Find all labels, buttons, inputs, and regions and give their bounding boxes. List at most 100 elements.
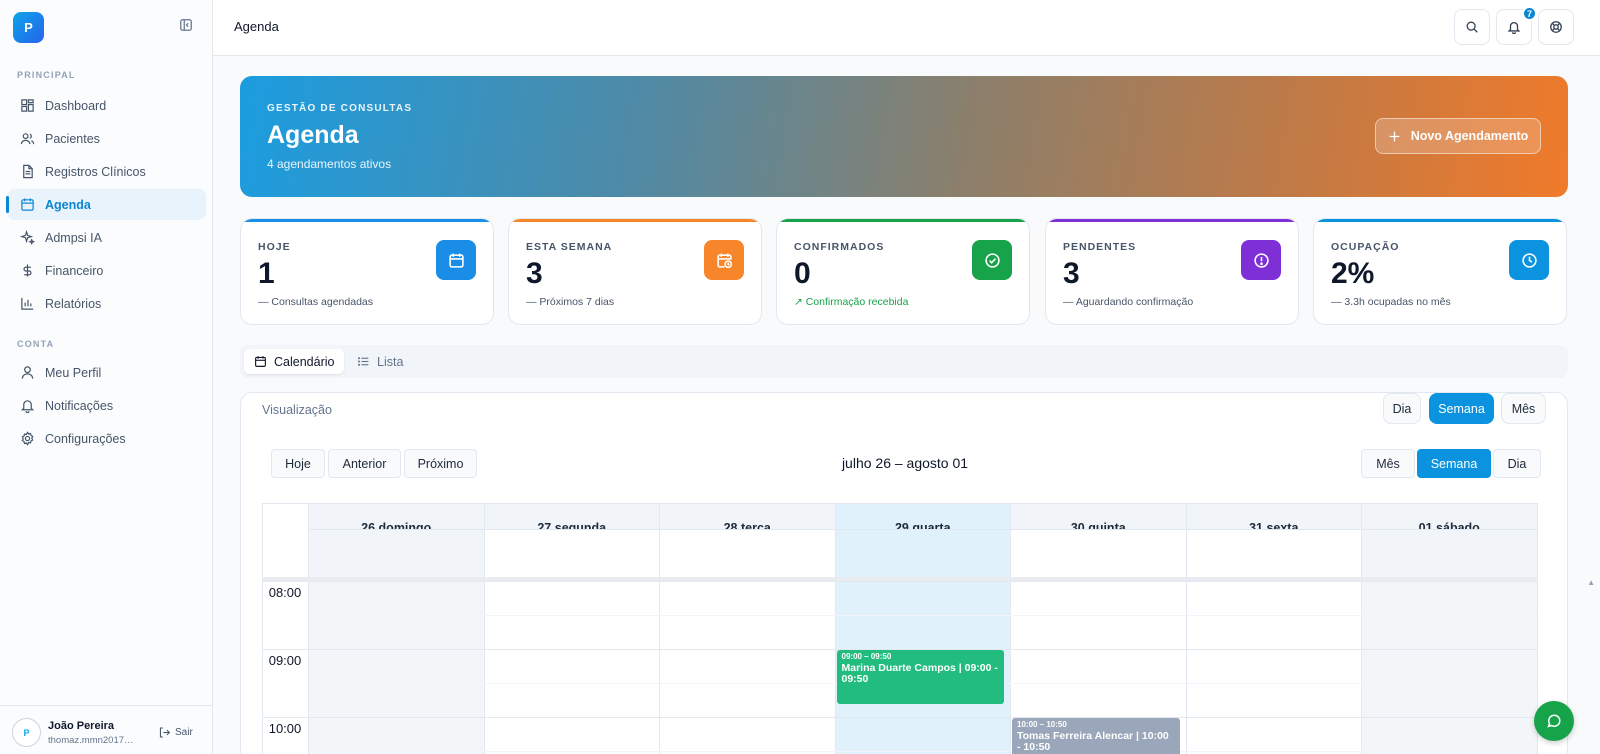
sidebar-item-financeiro[interactable]: Financeiro [7, 255, 206, 286]
stat-card-ocupacao: OCUPAÇÃO 2% — 3.3h ocupadas no mês [1313, 218, 1567, 325]
alert-circle-icon [1241, 240, 1281, 280]
stat-card-confirmados: CONFIRMADOS 0 ↗ Confirmação recebida [776, 218, 1030, 325]
stat-label: ESTA SEMANA [526, 241, 613, 253]
stat-value: 0 [794, 257, 811, 290]
sidebar-item-notificacoes[interactable]: Notificações [7, 390, 206, 421]
day-header[interactable]: 26 domingo [309, 503, 485, 529]
sidebar-item-admpsi-ia[interactable]: Admpsi IA [7, 222, 206, 253]
user-icon [21, 366, 34, 379]
half-hour-line [309, 751, 1538, 752]
day-header[interactable]: 31 sexta [1186, 503, 1362, 529]
stat-desc: — Próximos 7 dias [526, 296, 615, 308]
sidebar-item-label: Pacientes [45, 131, 100, 146]
avatar[interactable]: P [12, 718, 41, 747]
scroll-up-icon[interactable]: ▲ [1587, 578, 1595, 587]
sidebar-item-dashboard[interactable]: Dashboard [7, 90, 206, 121]
view-semana-button[interactable]: Semana [1429, 393, 1494, 424]
user-profile: P João Pereira thomaz.mmn2017@g... Sair [0, 705, 213, 754]
day-column[interactable] [484, 581, 660, 754]
calendar-month-button[interactable]: Mês [1361, 449, 1415, 478]
stat-card-pendentes: PENDENTES 3 — Aguardando confirmação [1045, 218, 1299, 325]
all-day-cell[interactable] [835, 529, 1011, 577]
all-day-cell[interactable] [1186, 529, 1362, 577]
day-column[interactable] [309, 581, 485, 754]
all-day-cell[interactable] [309, 529, 485, 577]
all-day-cell[interactable] [660, 529, 836, 577]
notification-badge: 7 [1522, 6, 1537, 21]
logout-icon [159, 727, 171, 738]
sidebar-item-relatorios[interactable]: Relatórios [7, 288, 206, 319]
appointment-event[interactable]: 09:00 – 09:50 Marina Duarte Campos | 09:0… [836, 650, 1004, 705]
lifebuoy-icon [1550, 21, 1562, 33]
users-icon [20, 133, 35, 145]
app-logo[interactable]: P [13, 12, 44, 43]
sidebar-collapse-icon[interactable] [179, 18, 195, 34]
chat-button[interactable] [1534, 701, 1574, 741]
stat-desc: — 3.3h ocupadas no mês [1331, 296, 1451, 308]
sidebar-item-label: Dashboard [45, 98, 107, 113]
logout-button[interactable]: Sair [158, 726, 193, 739]
time-label: 09:00 [268, 653, 302, 668]
stat-desc: ↗ Confirmação recebida [794, 296, 909, 308]
calendar-day-button[interactable]: Dia [1493, 449, 1541, 478]
view-dia-button[interactable]: Dia [1383, 393, 1421, 424]
view-mes-button[interactable]: Mês [1501, 393, 1546, 424]
day-header[interactable]: 27 segunda [484, 503, 660, 529]
dollar-icon [23, 264, 32, 277]
stat-label: OCUPAÇÃO [1331, 241, 1400, 253]
day-header[interactable]: 28 terça [660, 503, 836, 529]
help-button[interactable] [1538, 9, 1574, 45]
day-header-label: 28 terça [723, 521, 771, 529]
all-day-cell[interactable] [1362, 529, 1538, 577]
day-header-label: 29 quarta [894, 521, 951, 529]
day-header-label: 27 segunda [537, 521, 607, 529]
search-button[interactable] [1454, 9, 1490, 45]
day-column[interactable] [1362, 581, 1538, 754]
day-header[interactable]: 01 sábado [1362, 503, 1538, 529]
sidebar-item-agenda[interactable]: Agenda [6, 189, 206, 220]
tab-calendario[interactable]: Calendário [244, 349, 345, 374]
user-name: João Pereira [48, 720, 115, 732]
sidebar-item-label: Registros Clínicos [45, 164, 146, 179]
sidebar-item-meu-perfil[interactable]: Meu Perfil [7, 357, 206, 388]
time-label: 10:00 [268, 721, 302, 736]
hero-eyebrow: GESTÃO DE CONSULTAS [267, 103, 413, 114]
day-header[interactable]: 29 quarta [835, 503, 1011, 529]
all-day-cell[interactable] [484, 529, 660, 577]
calendar-grid: 26 domingo 27 segunda 28 terça 29 quarta 30 … [262, 503, 1548, 754]
appointment-event[interactable]: 10:00 – 10:50 Tomas Ferreira Alencar | 10… [1012, 718, 1180, 754]
new-appointment-button[interactable]: Novo Agendamento [1375, 118, 1541, 154]
day-header[interactable]: 30 quinta [1011, 503, 1187, 529]
sidebar-item-registros[interactable]: Registros Clínicos [7, 156, 206, 187]
new-appointment-label: Novo Agendamento [1410, 129, 1529, 143]
calendar-panel: Visualização Dia Semana Mês Hoje Anterio… [240, 392, 1568, 754]
day-header-label: 31 sexta [1249, 521, 1299, 529]
calendar-week-button[interactable]: Semana [1417, 449, 1491, 478]
event-title: Tomas Ferreira Alencar | 10:00 - 10:50 [1017, 730, 1169, 754]
day-column[interactable] [660, 581, 836, 754]
stat-desc: — Aguardando confirmação [1063, 296, 1194, 308]
sidebar-item-label: Meu Perfil [45, 365, 102, 380]
event-title: Marina Duarte Campos | 09:00 - 09:50 [841, 662, 998, 686]
notifications-button[interactable]: 7 [1496, 6, 1537, 45]
tab-label: Calendário [274, 354, 335, 369]
page-title: Agenda [234, 19, 279, 34]
hero-title: Agenda [267, 121, 359, 149]
sidebar-item-pacientes[interactable]: Pacientes [7, 123, 206, 154]
tab-lista[interactable]: Lista [347, 349, 413, 374]
view-tabs: Calendário Lista [240, 345, 1568, 378]
stat-value: 1 [258, 257, 275, 290]
day-header-label: 30 quinta [1070, 521, 1126, 529]
sidebar-item-label: Relatórios [45, 296, 102, 311]
all-day-cell[interactable] [1011, 529, 1187, 577]
check-circle-icon [972, 240, 1012, 280]
stat-value: 3 [526, 257, 543, 290]
calendar-icon [255, 356, 266, 367]
sidebar-item-configuracoes[interactable]: Configurações [7, 423, 206, 454]
day-column[interactable] [1186, 581, 1362, 754]
file-icon [23, 164, 33, 179]
stat-value: 3 [1063, 257, 1080, 290]
chat-icon [1547, 714, 1561, 728]
sidebar-item-label: Notificações [45, 398, 114, 413]
hour-line [262, 581, 1538, 582]
